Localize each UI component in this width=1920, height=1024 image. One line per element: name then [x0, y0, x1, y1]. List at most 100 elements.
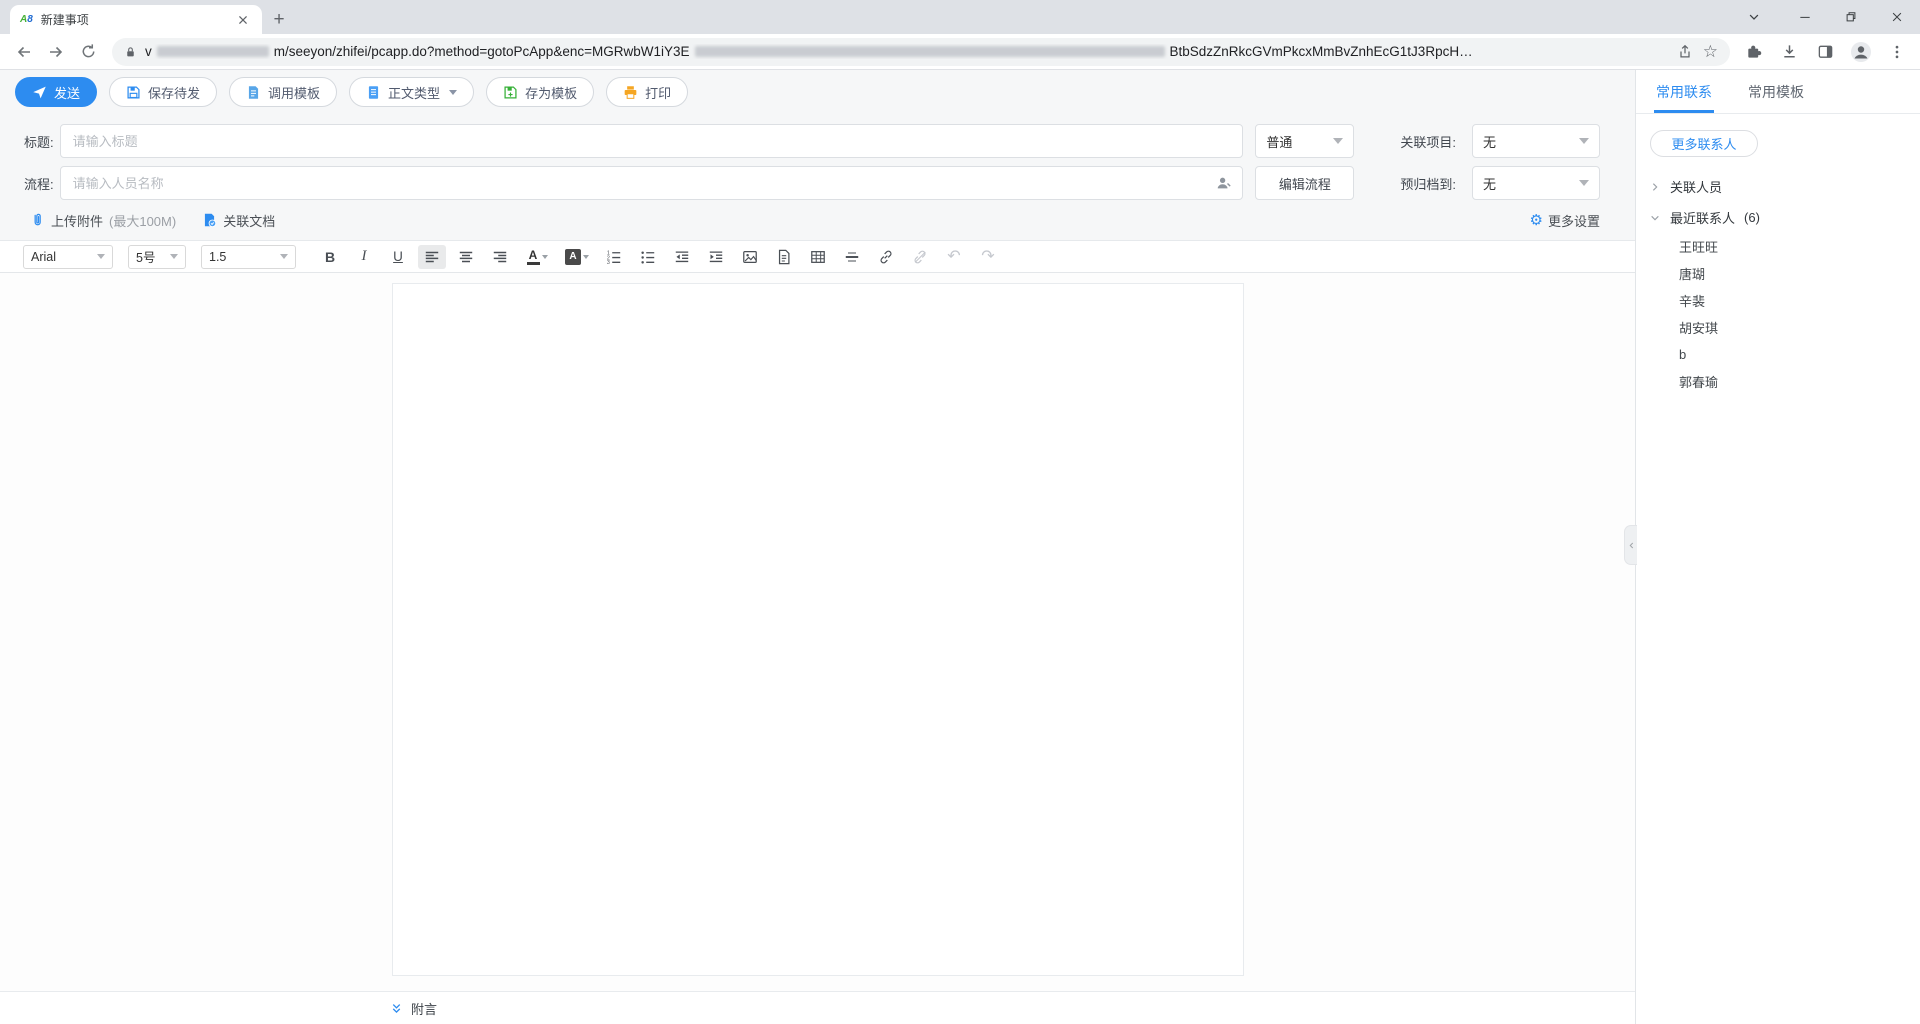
chevron-down-icon — [583, 254, 589, 259]
menu-dots-icon[interactable] — [1882, 37, 1912, 67]
italic-button[interactable]: I — [350, 245, 378, 269]
group-related-people[interactable]: 关联人员 — [1649, 171, 1920, 202]
form-panel: 发送 保存待发 调用模板 正文类型 存为模板 打印 标题: 请输入标题 普通 关… — [0, 70, 1635, 241]
bold-button[interactable]: B — [316, 245, 344, 269]
printer-icon — [623, 85, 638, 100]
browser-tab[interactable]: A8 新建事项 — [10, 5, 262, 34]
url-redacted-segment — [694, 46, 1165, 57]
tab-search-icon[interactable] — [1734, 0, 1774, 34]
tab-close-icon[interactable] — [232, 9, 254, 31]
undo-icon[interactable]: ↶ — [940, 245, 968, 269]
window-restore-icon[interactable] — [1828, 0, 1874, 34]
contacts-tree: 关联人员 最近联系人 (6) 王旺旺 唐瑚 辛裴 胡安琪 b 郭春瑜 — [1636, 161, 1920, 395]
tab-strip: A8 新建事项 + — [0, 0, 1920, 34]
indent-icon[interactable] — [702, 245, 730, 269]
save-pending-button[interactable]: 保存待发 — [109, 77, 218, 107]
contact-item[interactable]: 郭春瑜 — [1649, 368, 1920, 395]
postscript-row[interactable]: 附言 — [0, 991, 1635, 1024]
chevron-down-icon — [1333, 138, 1344, 144]
text-color-button[interactable]: A — [520, 245, 554, 269]
redo-icon[interactable]: ↷ — [974, 245, 1002, 269]
title-row: 标题: 普通 关联项目: 无 — [0, 124, 1635, 158]
url-bar[interactable]: v m/seeyon/zhifei/pcapp.do?method=gotoPc… — [112, 37, 1730, 66]
send-button[interactable]: 发送 — [15, 77, 98, 107]
align-left-icon[interactable] — [418, 244, 446, 269]
upload-attachment-link[interactable]: 上传附件 (最大100M) — [30, 211, 176, 230]
chevron-down-icon — [280, 254, 288, 259]
underline-button[interactable]: U — [384, 245, 412, 269]
ordered-list-icon[interactable]: 123 — [600, 245, 628, 269]
insert-table-icon[interactable] — [804, 245, 832, 269]
font-family-select[interactable]: Arial — [23, 244, 113, 269]
outdent-icon[interactable] — [668, 245, 696, 269]
insert-document-icon[interactable] — [770, 245, 798, 269]
related-document-link[interactable]: 关联文档 — [202, 211, 275, 230]
contact-item[interactable]: b — [1649, 341, 1920, 368]
flow-label: 流程: — [24, 176, 54, 192]
body-type-button[interactable]: 正文类型 — [349, 77, 475, 107]
bullet-list-icon[interactable] — [634, 245, 662, 269]
contact-item[interactable]: 唐瑚 — [1649, 260, 1920, 287]
send-plane-icon — [32, 85, 47, 100]
app-root: 发送 保存待发 调用模板 正文类型 存为模板 打印 标题: 请输入标题 普通 关… — [0, 70, 1920, 1024]
flow-input[interactable] — [59, 166, 1244, 200]
browser-navbar: v m/seeyon/zhifei/pcapp.do?method=gotoPc… — [0, 34, 1920, 70]
double-chevron-down-icon — [390, 1002, 403, 1015]
edit-flow-button[interactable]: 编辑流程 — [1255, 166, 1355, 200]
save-as-template-button[interactable]: 存为模板 — [486, 77, 595, 107]
tab-title: 新建事项 — [40, 13, 89, 27]
chevron-down-icon — [97, 254, 105, 259]
horizontal-rule-icon[interactable] — [838, 245, 866, 269]
select-person-icon[interactable] — [1212, 173, 1234, 193]
profile-avatar-icon[interactable] — [1846, 37, 1876, 67]
side-panel-icon[interactable] — [1810, 37, 1840, 67]
bookmark-star-icon[interactable]: ☆ — [1703, 42, 1718, 62]
url-redacted-segment — [156, 46, 269, 57]
lock-icon[interactable] — [124, 45, 137, 59]
sidebar-tabs: 常用联系 常用模板 — [1636, 70, 1920, 114]
window-minimize-icon[interactable] — [1782, 0, 1828, 34]
window-controls — [1734, 0, 1920, 34]
more-settings-link[interactable]: ⚙ 更多设置 — [1530, 211, 1600, 230]
more-contacts-button[interactable]: 更多联系人 — [1650, 130, 1758, 157]
title-input[interactable] — [59, 124, 1244, 158]
align-center-icon[interactable] — [452, 245, 480, 269]
contact-item[interactable]: 胡安琪 — [1649, 314, 1920, 341]
group-recent-contacts[interactable]: 最近联系人 (6) — [1649, 202, 1920, 233]
contact-item[interactable]: 王旺旺 — [1649, 233, 1920, 260]
forward-icon[interactable] — [40, 36, 72, 68]
new-tab-button[interactable]: + — [268, 9, 290, 31]
page-wrap — [0, 273, 1635, 976]
align-right-icon[interactable] — [486, 245, 514, 269]
paperclip-icon — [30, 212, 45, 228]
insert-image-icon[interactable] — [736, 245, 764, 269]
line-height-select[interactable]: 1.5 — [201, 244, 296, 269]
insert-link-icon[interactable] — [872, 245, 900, 269]
priority-select[interactable]: 普通 — [1255, 124, 1355, 158]
back-icon[interactable] — [8, 36, 40, 68]
tab-frequent-templates[interactable]: 常用模板 — [1746, 70, 1806, 113]
tab-frequent-contacts[interactable]: 常用联系 — [1654, 70, 1714, 113]
editor-page[interactable] — [391, 283, 1244, 976]
related-project-label: 关联项目: — [1400, 134, 1456, 150]
downloads-icon[interactable] — [1774, 37, 1804, 67]
sidebar-collapse-handle[interactable] — [1624, 525, 1637, 565]
template-doc-icon — [246, 85, 261, 100]
body-type-doc-icon — [366, 85, 381, 100]
extensions-puzzle-icon[interactable] — [1738, 37, 1768, 67]
related-project-select[interactable]: 无 — [1472, 124, 1600, 158]
editor-toolbar: Arial 5号 1.5 B I U A A 1 2 3 ↶ ↷ — [0, 241, 1635, 273]
prearchive-label: 预归档到: — [1400, 176, 1456, 192]
reload-icon[interactable] — [72, 36, 104, 68]
editor-canvas-area: 附言 — [0, 273, 1635, 1024]
contact-item[interactable]: 辛裴 — [1649, 287, 1920, 314]
share-icon[interactable] — [1677, 44, 1693, 60]
window-close-icon[interactable] — [1874, 0, 1920, 34]
site-favicon: A8 — [20, 14, 33, 25]
font-size-select[interactable]: 5号 — [128, 244, 186, 269]
remove-link-icon[interactable] — [906, 245, 934, 269]
prearchive-select[interactable]: 无 — [1472, 166, 1600, 200]
print-button[interactable]: 打印 — [606, 77, 689, 107]
background-color-button[interactable]: A — [560, 245, 594, 269]
use-template-button[interactable]: 调用模板 — [229, 77, 338, 107]
